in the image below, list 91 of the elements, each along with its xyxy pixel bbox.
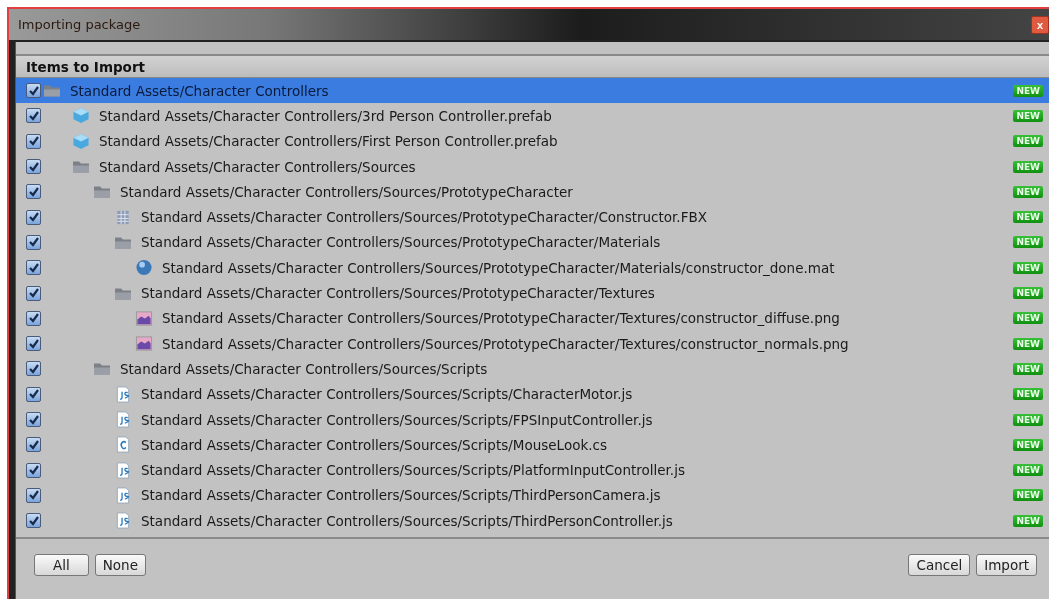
- item-path: Standard Assets/Character Controllers/Sources/Scripts/ThirdPersonCamera.js: [141, 487, 662, 504]
- new-badge: NEW: [1013, 185, 1043, 198]
- select-button[interactable]: All: [34, 554, 89, 577]
- item-path: Standard Assets/Character Controllers/Sources/PrototypeCharacter: [120, 183, 574, 200]
- script-file-icon: [114, 461, 132, 479]
- script-file-icon: [114, 486, 132, 504]
- item-path: Standard Assets/Character Controllers/Sources/Scripts: [120, 360, 489, 377]
- new-badge: NEW: [1013, 84, 1043, 97]
- checkbox[interactable]: [26, 209, 41, 225]
- checkbox[interactable]: [26, 184, 41, 200]
- checkbox[interactable]: [26, 310, 41, 326]
- new-badge: NEW: [1013, 413, 1043, 426]
- item-path: Standard Assets/Character Controllers: [70, 82, 330, 99]
- item-path: Standard Assets/Character Controllers/Sources: [99, 158, 417, 175]
- checkbox[interactable]: [26, 336, 41, 352]
- tree-row[interactable]: Standard Assets/Character Controllers/Sources/PrototypeCharacter/Constructor.FBX NEW: [16, 204, 1049, 230]
- sphere-icon: [135, 259, 153, 277]
- checkbox[interactable]: [26, 285, 41, 301]
- tree-row[interactable]: Standard Assets/Character Controllers/Sources/PrototypeCharacter NEW: [16, 179, 1049, 205]
- tree-row[interactable]: Standard Assets/Character Controllers/Sources/Scripts/FPSInputController.js NEW: [16, 406, 1049, 433]
- tree-row[interactable]: Standard Assets/Character Controllers/Sources/Scripts/ThirdPersonController.js NEW: [16, 508, 1049, 534]
- item-path: Standard Assets/Character Controllers/Sources/Scripts/CharacterMotor.js: [141, 386, 634, 403]
- tree-row[interactable]: Standard Assets/Character Controllers/Sources/Scripts/ThirdPersonCamera.js NEW: [16, 482, 1049, 509]
- list-header: Items to Import: [16, 56, 1049, 78]
- checkbox[interactable]: [26, 234, 41, 250]
- checkbox[interactable]: [26, 133, 41, 149]
- item-path: Standard Assets/Character Controllers/Sources/PrototypeCharacter/Textures/constructor_normals.png: [162, 335, 850, 352]
- tree-row[interactable]: Standard Assets/Character Controllers/Sources/Scripts NEW: [16, 356, 1049, 382]
- item-path: Standard Assets/Character Controllers/First Person Controller.prefab: [99, 133, 559, 150]
- new-badge: NEW: [1013, 287, 1043, 299]
- cube-icon: [72, 132, 90, 150]
- image-icon: [135, 335, 153, 353]
- item-path: Standard Assets/Character Controllers/Sources/PrototypeCharacter/Materials: [141, 234, 662, 251]
- new-badge: NEW: [1013, 312, 1043, 325]
- new-badge: NEW: [1013, 236, 1043, 249]
- item-path: Standard Assets/Character Controllers/Sources/Scripts/MouseLook.cs: [141, 436, 608, 453]
- tree-row[interactable]: Standard Assets/Character Controllers/Sources/Scripts/MouseLook.cs NEW: [16, 432, 1049, 458]
- checkbox[interactable]: [26, 412, 41, 427]
- tree-row[interactable]: Standard Assets/Character Controllers/Sources/PrototypeCharacter/Textures/constructor_diffuse.png NEW: [16, 305, 1049, 331]
- new-badge: NEW: [1013, 514, 1043, 527]
- image-icon: [135, 309, 153, 327]
- tree-row[interactable]: Standard Assets/Character Controllers NEW: [16, 78, 1049, 104]
- close-button[interactable]: x: [1031, 15, 1049, 34]
- tree-row[interactable]: Standard Assets/Character Controllers/Sources/PrototypeCharacter/Materials NEW: [16, 229, 1049, 256]
- item-path: Standard Assets/Character Controllers/Sources/PrototypeCharacter/Textures/constructor_diffuse.png: [162, 310, 841, 327]
- checkbox[interactable]: [26, 487, 41, 503]
- checkbox[interactable]: [26, 260, 41, 276]
- new-badge: NEW: [1013, 489, 1043, 502]
- tree-row[interactable]: Standard Assets/Character Controllers/Sources/PrototypeCharacter/Textures/constructor_normals.png NEW: [16, 330, 1049, 357]
- new-badge: NEW: [1013, 160, 1043, 173]
- item-path: Standard Assets/Character Controllers/Sources/Scripts/PlatformInputController.js: [141, 462, 686, 479]
- checkbox[interactable]: [26, 437, 41, 453]
- import-button[interactable]: Import: [976, 554, 1037, 577]
- script-file-icon: [114, 411, 132, 428]
- item-path: Standard Assets/Character Controllers/Sources/Scripts/ThirdPersonController.js: [141, 512, 674, 529]
- checkbox[interactable]: [26, 159, 41, 175]
- item-path: Standard Assets/Character Controllers/Sources/PrototypeCharacter/Textures: [141, 285, 656, 301]
- window-title: Importing package: [18, 17, 141, 32]
- checkbox[interactable]: [26, 361, 41, 377]
- checkbox[interactable]: [26, 462, 41, 478]
- new-badge: NEW: [1013, 211, 1043, 224]
- new-badge: NEW: [1013, 388, 1043, 401]
- tree-row[interactable]: Standard Assets/Character Controllers/Sources/Scripts/PlatformInputController.js NEW: [16, 457, 1049, 483]
- new-badge: NEW: [1013, 261, 1043, 274]
- tree-row[interactable]: Standard Assets/Character Controllers/Sources/Scripts/CharacterMotor.js NEW: [16, 381, 1049, 407]
- checkbox[interactable]: [26, 83, 41, 99]
- cube-icon: [72, 107, 90, 125]
- script-file-icon: [114, 385, 132, 403]
- new-badge: NEW: [1013, 362, 1043, 375]
- new-badge: NEW: [1013, 135, 1043, 148]
- checkbox[interactable]: [26, 386, 41, 402]
- tree-row[interactable]: Standard Assets/Character Controllers/Sources/PrototypeCharacter/Materials/constructor_done.mat NEW: [16, 255, 1049, 281]
- tree-row[interactable]: Standard Assets/Character Controllers/First Person Controller.prefab NEW: [16, 128, 1049, 154]
- select-button[interactable]: None: [94, 554, 146, 577]
- item-path: Standard Assets/Character Controllers/Sources/PrototypeCharacter/Constructor.FBX: [141, 209, 708, 226]
- script-file-icon: [114, 436, 132, 454]
- cancel-button[interactable]: Cancel: [908, 554, 971, 577]
- new-badge: NEW: [1013, 464, 1043, 477]
- checkbox[interactable]: [26, 513, 41, 529]
- item-path: Standard Assets/Character Controllers/3rd Person Controller.prefab: [99, 107, 553, 124]
- tree-row[interactable]: Standard Assets/Character Controllers/3rd Person Controller.prefab NEW: [16, 103, 1049, 129]
- tree-row[interactable]: Standard Assets/Character Controllers/Sources NEW: [16, 153, 1049, 180]
- grid-icon: [114, 208, 132, 226]
- item-path: Standard Assets/Character Controllers/Sources/PrototypeCharacter/Materials/constructor_done.mat: [162, 259, 836, 276]
- item-path: Standard Assets/Character Controllers/Sources/Scripts/FPSInputController.js: [141, 411, 654, 428]
- tree-row[interactable]: Standard Assets/Character Controllers/Sources/PrototypeCharacter/Textures NEW: [16, 280, 1049, 306]
- new-badge: NEW: [1013, 337, 1043, 350]
- checkbox[interactable]: [26, 108, 41, 124]
- script-file-icon: [114, 512, 132, 530]
- new-badge: NEW: [1013, 438, 1043, 451]
- new-badge: NEW: [1013, 109, 1043, 122]
